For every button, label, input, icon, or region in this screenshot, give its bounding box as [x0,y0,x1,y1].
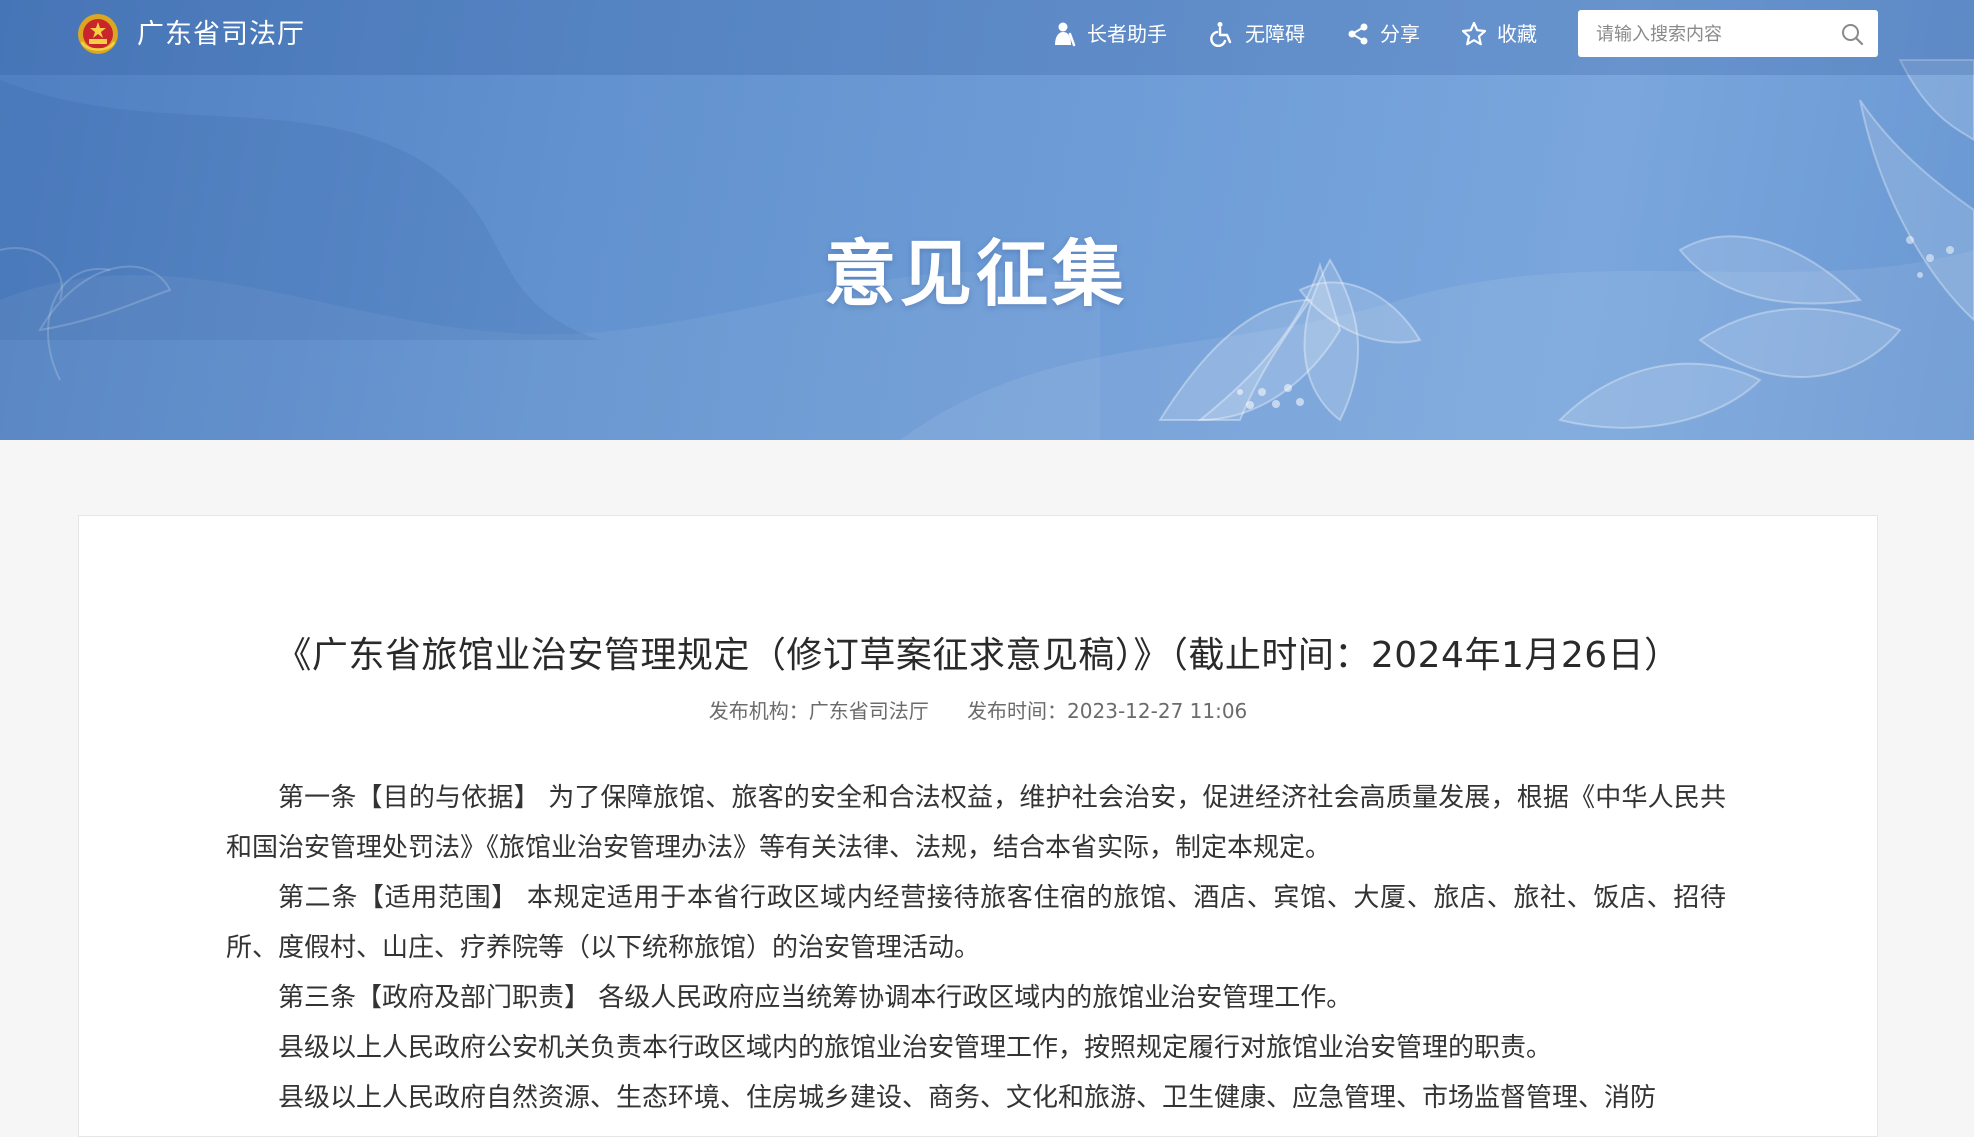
banner-title: 意见征集 [823,232,1128,316]
elder-assistant-button[interactable]: 长者助手 [1051,14,1167,54]
publish-time: 发布时间：2023-12-27 11:06 [967,699,1248,723]
search-icon[interactable] [1840,22,1864,46]
top-navigation: 广东省司法厅 长者助手 无障碍 分享 收藏 [0,0,1974,75]
favorite-button[interactable]: 收藏 [1461,14,1537,54]
article-paragraph: 第三条【政府及部门职责】 各级人民政府应当统筹协调本行政区域内的旅馆业治安管理工… [278,983,1353,1013]
wheelchair-icon [1210,22,1232,47]
share-button[interactable]: 分享 [1346,14,1420,54]
article-body: 第一条【目的与依据】 为了保障旅馆、旅客的安全和合法权益，维护社会治安，促进经济… [226,773,1726,1123]
document-title: 《广东省旅馆业治安管理规定（修订草案征求意见稿）》（截止时间：2024年1月26… [275,635,1681,676]
emblem-icon[interactable] [76,12,120,56]
publisher: 发布机构：广东省司法厅 [708,699,929,723]
elder-icon [1055,22,1076,47]
article-paragraph: 县级以上人民政府自然资源、生态环境、住房城乡建设、商务、文化和旅游、卫生健康、应… [278,1083,1657,1113]
accessibility-label: 无障碍 [1245,22,1305,46]
document-meta: 发布机构：广东省司法厅 发布时间：2023-12-27 11:06 [79,695,1877,724]
article-paragraph: 县级以上人民政府公安机关负责本行政区域内的旅馆业治安管理工作，按照规定履行对旅馆… [278,1033,1553,1063]
article-paragraph: 第二条【适用范围】 本规定适用于本省行政区域内经营接待旅客住宿的旅馆、酒店、宾馆… [226,883,1726,963]
search-input[interactable] [1594,10,1828,59]
share-label: 分享 [1380,22,1420,46]
article-card: 《广东省旅馆业治安管理规定（修订草案征求意见稿）》（截止时间：2024年1月26… [78,515,1878,1137]
favorite-label: 收藏 [1497,22,1537,46]
elder-assistant-label: 长者助手 [1087,22,1167,46]
article-paragraph: 第一条【目的与依据】 为了保障旅馆、旅客的安全和合法权益，维护社会治安，促进经济… [226,783,1726,863]
search-box [1578,10,1878,59]
share-icon [1348,23,1368,45]
accessibility-button[interactable]: 无障碍 [1209,14,1305,54]
site-name[interactable]: 广东省司法厅 [137,15,305,55]
star-icon [1461,21,1487,46]
